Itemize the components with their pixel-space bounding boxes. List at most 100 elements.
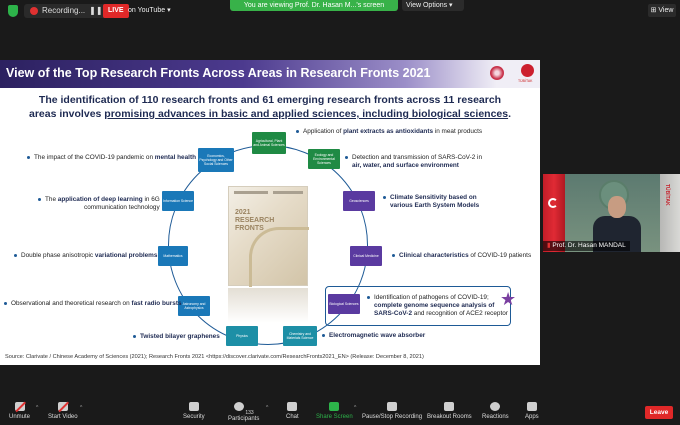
security-label: Security	[183, 414, 205, 420]
share-screen-label: Share Screen	[316, 414, 353, 420]
viewing-banner: You are viewing Prof. Dr. Hasan M...'s s…	[230, 0, 398, 11]
tubitak-flag	[660, 174, 680, 252]
pause-icon[interactable]: ❚❚	[89, 4, 102, 18]
apps-button[interactable]: Apps	[525, 402, 539, 420]
recording-label: Recording...	[42, 6, 86, 15]
breakout-rooms-icon	[444, 402, 455, 411]
speaker-head	[608, 196, 626, 218]
label-twisted-graphene: Twisted bilayer graphenes	[133, 333, 220, 341]
apps-label: Apps	[525, 414, 539, 420]
label-text: in 6G	[142, 196, 160, 203]
node-mathematics: Mathematics	[158, 246, 188, 266]
node-chemistry: Chemistry and Materials Science	[283, 326, 317, 346]
label-text: The	[45, 196, 58, 203]
chevron-up-icon[interactable]: ^	[354, 405, 356, 411]
pause-recording-button[interactable]: Pause/Stop Recording	[362, 402, 422, 420]
slide-header: View of the Top Research Fronts Across A…	[0, 60, 540, 88]
bullet	[27, 155, 30, 159]
live-badge[interactable]: LIVE	[103, 4, 129, 18]
youtube-live-dropdown[interactable]: on YouTube ▾	[128, 4, 171, 18]
label-variational: Double phase anisotropic variational pro…	[14, 252, 157, 260]
book-reflection	[228, 288, 308, 323]
chat-button[interactable]: Chat	[286, 402, 299, 420]
node-information-science: Information Science	[162, 191, 194, 211]
label-sars-environment: Detection and transmission of SARS-CoV-2…	[345, 154, 482, 170]
label-climate-sensitivity: Climate Sensitivity based on various Eart…	[383, 194, 479, 210]
unmute-label: Unmute	[9, 414, 31, 420]
label-text: Double phase anisotropic	[21, 252, 95, 259]
chevron-down-icon: ▾	[167, 7, 171, 14]
tubitak-flag-text: TÜBİTAK	[664, 184, 670, 206]
record-icon	[30, 7, 38, 15]
speaker-name-tag: ▮ Prof. Dr. Hasan MANDAL	[543, 241, 630, 251]
speaker-name: Prof. Dr. Hasan MANDAL	[552, 242, 626, 249]
label-clinical-characteristics: Clinical characteristics of COVID-19 pat…	[392, 252, 531, 260]
label-bold: complete genome sequence analysis of	[374, 302, 495, 309]
participants-label: Participants	[228, 416, 260, 422]
label-deep-learning: The application of deep learning in 6G co…	[38, 196, 160, 212]
view-options-button[interactable]: View Options ▾	[402, 0, 464, 11]
book-logo-bar	[273, 191, 303, 194]
chat-icon	[287, 402, 298, 411]
label-line-3: SARS-CoV-2 and recognition of ACE2 recep…	[374, 310, 508, 317]
unmute-button[interactable]: Unmute	[9, 402, 30, 420]
share-screen-button[interactable]: Share Screen	[316, 402, 353, 420]
smiley-icon	[490, 402, 501, 411]
research-fronts-book-cover: 2021 RESEARCH FRONTS	[228, 186, 309, 287]
shared-slide: View of the Top Research Fronts Across A…	[0, 60, 540, 365]
label-bold: various Earth System Models	[390, 202, 480, 209]
book-year: 2021	[235, 209, 251, 216]
start-video-label: Start Video	[48, 414, 78, 420]
reactions-button[interactable]: Reactions	[482, 402, 509, 420]
security-button[interactable]: Security	[183, 402, 205, 420]
chevron-up-icon[interactable]: ^	[36, 405, 38, 411]
label-plant-extracts: Application of plant extracts as antioxi…	[296, 128, 482, 136]
bullet	[38, 197, 41, 201]
meeting-toolbar: Unmute ^ Start Video ^ Security 133 Parti…	[0, 400, 680, 425]
bullet	[4, 301, 7, 305]
crescent-icon	[548, 198, 558, 208]
node-agricultural: Agricultural, Plant and Animal Sciences	[252, 132, 286, 154]
reactions-label: Reactions	[482, 414, 509, 420]
label-text: Application of	[303, 128, 344, 135]
subtitle-line-2: areas involves promising advances in bas…	[0, 107, 540, 121]
label-text: communication technology	[84, 204, 160, 211]
subtitle-line-2-start: areas involves	[28, 108, 105, 120]
leave-button[interactable]: Leave	[645, 406, 673, 419]
shield-icon	[188, 402, 199, 411]
bullet	[345, 155, 348, 159]
label-bold: Climate Sensitivity based on	[390, 194, 477, 201]
label-text: in meat products	[433, 128, 483, 135]
breakout-rooms-button[interactable]: Breakout Rooms	[427, 402, 472, 420]
label-text: The impact of the COVID-19 pandemic on	[34, 154, 155, 161]
node-geosciences: Geosciences	[343, 191, 375, 211]
label-bold: Twisted bilayer graphenes	[140, 333, 220, 340]
book-logo-bar	[234, 191, 268, 194]
label-bold: fast radio bursts	[131, 300, 182, 307]
node-clinical-medicine: Clinical Medicine	[350, 246, 382, 266]
label-bold-text: air, water, and surface environment	[352, 162, 459, 169]
youtube-label: on YouTube	[128, 7, 166, 14]
view-button[interactable]: ⊞ View	[648, 4, 676, 17]
chevron-up-icon[interactable]: ^	[266, 405, 268, 411]
participants-button[interactable]: 133 Participants	[228, 402, 259, 422]
speaker-video-tile[interactable]: TÜBİTAK ▮ Prof. Dr. Hasan MANDAL	[543, 174, 680, 252]
chevron-up-icon[interactable]: ^	[80, 405, 82, 411]
label-text: of COVID-19 patients	[468, 252, 532, 259]
mic-muted-icon: ▮	[547, 242, 551, 249]
view-label: View	[658, 7, 674, 14]
label-radio-bursts: Observational and theoretical research o…	[4, 300, 182, 308]
label-bold: plant extracts as antioxidants	[343, 128, 434, 135]
label-text: Detection and transmission of SARS-CoV-2…	[352, 154, 483, 161]
node-economics: Economics, Psychology and Other Social S…	[198, 148, 234, 172]
bullet	[296, 129, 299, 133]
node-astronomy: Astronomy and Astrophysics	[178, 296, 210, 316]
bullet	[133, 334, 136, 338]
breakout-label: Breakout Rooms	[427, 414, 472, 420]
shield-icon[interactable]	[8, 5, 18, 17]
label-bold: variational problems	[94, 252, 158, 259]
label-em-wave: Electromagnetic wave absorber	[322, 332, 425, 340]
label-bold: application of deep learning	[57, 196, 143, 203]
start-video-button[interactable]: Start Video	[48, 402, 78, 420]
apps-icon	[526, 402, 537, 411]
